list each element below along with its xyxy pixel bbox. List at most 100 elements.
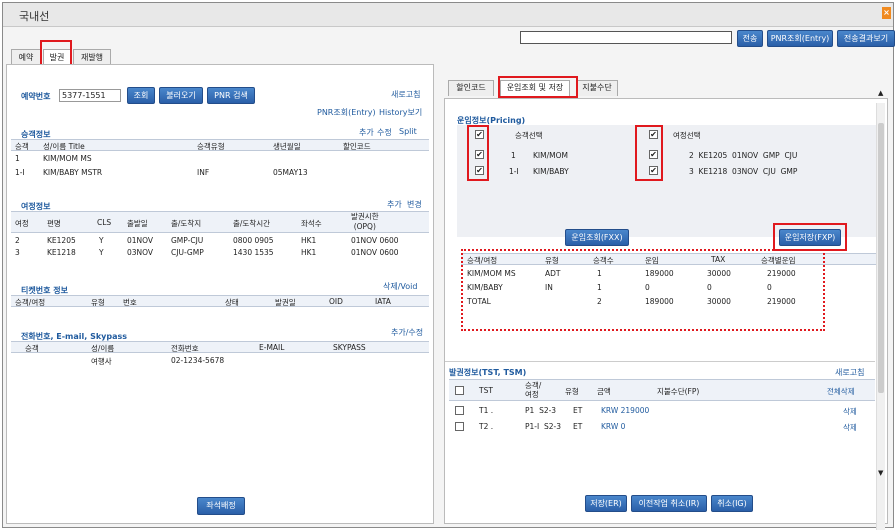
pax-split-link[interactable]: Split bbox=[399, 127, 417, 136]
table-row[interactable]: T1 . P1 S2-3 ET KRW 219000 삭제 bbox=[449, 405, 875, 417]
cell: 2 bbox=[597, 297, 602, 306]
pax-checkbox-1[interactable]: ✔ bbox=[475, 150, 484, 159]
close-icon[interactable]: × bbox=[882, 7, 891, 19]
col-header: 발권일 bbox=[275, 298, 296, 307]
cell: 0 bbox=[645, 283, 650, 292]
table-row[interactable]: KIM/BABY IN 1 0 0 0 bbox=[461, 283, 877, 294]
col-header: 승객수 bbox=[593, 256, 614, 265]
res-no-label: 예약번호 bbox=[21, 92, 51, 101]
tst-title: 발권정보(TST, TSM) bbox=[449, 368, 527, 377]
pax-checkbox-2[interactable]: ✔ bbox=[475, 166, 484, 175]
cell: ADT bbox=[545, 269, 561, 278]
send-button[interactable]: 전송 bbox=[737, 30, 763, 47]
col-header: 상태 bbox=[225, 298, 239, 307]
col-header: CLS bbox=[97, 218, 112, 227]
fare-save-fxp-button[interactable]: 운임저장(FXP) bbox=[779, 229, 841, 246]
pnr-search-button[interactable]: PNR 검색 bbox=[207, 87, 255, 104]
cell: P1-I S2-3 bbox=[525, 422, 561, 431]
pax-header: 승객 성/이름 Title 승객유형 생년월일 할인코드 bbox=[11, 139, 429, 151]
pax-select-header: 승객선택 bbox=[515, 131, 543, 140]
tst-refresh-link[interactable]: 새로고침 bbox=[835, 367, 864, 378]
seat-assign-button[interactable]: 좌석배정 bbox=[197, 497, 245, 515]
void-link[interactable]: 삭제/Void bbox=[383, 281, 417, 292]
pax-select-all-checkbox[interactable]: ✔ bbox=[475, 130, 484, 139]
cell: ET bbox=[573, 406, 583, 415]
tab-discount-code[interactable]: 할인코드 bbox=[448, 80, 494, 96]
cell: T2 . bbox=[479, 422, 494, 431]
save-er-button[interactable]: 저장(ER) bbox=[585, 495, 627, 512]
itin-change-link[interactable]: 변경 bbox=[407, 199, 422, 210]
history-link[interactable]: History보기 bbox=[379, 107, 422, 118]
title-bar: 국내선 × bbox=[3, 3, 893, 27]
pax-add-link[interactable]: 추가 bbox=[359, 127, 374, 138]
cell: 02-1234-5678 bbox=[171, 356, 225, 365]
cell: 1 bbox=[15, 154, 20, 163]
table-row[interactable]: T2 . P1-I S2-3 ET KRW 0 삭제 bbox=[449, 421, 875, 433]
load-button[interactable]: 불러오기 bbox=[159, 87, 203, 104]
cell: 01NOV 0600 bbox=[351, 248, 399, 257]
contact-header: 승객 성/이름 전화번호 E-MAIL SKYPASS bbox=[11, 341, 429, 353]
right-scrollbar[interactable]: ▲ ▼ bbox=[876, 89, 885, 530]
cell: 여행사 bbox=[91, 357, 112, 366]
col-header: 운임 bbox=[645, 256, 659, 265]
cell: GMP-CJU bbox=[171, 236, 204, 245]
itin-row: 2 KE1205 01NOV GMP CJU bbox=[689, 151, 798, 160]
table-row[interactable]: 1 KIM/MOM MS bbox=[11, 154, 431, 165]
table-row[interactable]: 3 KE1218 Y 03NOV CJU-GMP 1430 1535 HK1 0… bbox=[11, 248, 431, 259]
itin-checkbox-2[interactable]: ✔ bbox=[649, 166, 658, 175]
delete-link[interactable]: 삭제 bbox=[843, 422, 857, 433]
cell: 01NOV bbox=[127, 236, 154, 245]
itin-header: 여정 편명 CLS 출발일 출/도착지 출/도착시간 좌석수 발권시한 (OPQ… bbox=[11, 211, 429, 233]
delete-link[interactable]: 삭제 bbox=[843, 406, 857, 417]
itin-checkbox-1[interactable]: ✔ bbox=[649, 150, 658, 159]
contact-edit-link[interactable]: 추가/수정 bbox=[391, 327, 423, 338]
cell: 1 bbox=[597, 283, 602, 292]
table-row[interactable]: 1-I KIM/BABY MSTR INF 05MAY13 bbox=[11, 168, 431, 179]
pnr-entry-button[interactable]: PNR조회(Entry) bbox=[767, 30, 833, 47]
cell: 1 bbox=[597, 269, 602, 278]
table-row[interactable]: 여행사 02-1234-5678 bbox=[11, 356, 431, 367]
col-header: SKYPASS bbox=[333, 343, 366, 352]
tab-payment[interactable]: 지불수단 bbox=[576, 80, 618, 96]
table-row[interactable]: KIM/MOM MS ADT 1 189000 30000 219000 bbox=[461, 269, 877, 280]
col-header: 유형 bbox=[565, 387, 579, 396]
scroll-up-icon[interactable]: ▲ bbox=[878, 89, 885, 97]
table-row[interactable]: TOTAL 2 189000 30000 219000 bbox=[461, 297, 877, 308]
cell: KIM/MOM MS bbox=[43, 154, 92, 163]
col-header: 발권시한 (OPQ) bbox=[351, 212, 379, 231]
delete-all-link[interactable]: 전체삭제 bbox=[827, 386, 855, 397]
left-pane: 예약번호 5377-1551 조회 불러오기 PNR 검색 새로고침 PNR조회… bbox=[6, 64, 434, 524]
scroll-down-icon[interactable]: ▼ bbox=[878, 469, 885, 477]
tst-checkbox-2[interactable] bbox=[455, 422, 464, 431]
col-header: 성/이름 bbox=[91, 344, 115, 353]
cell: T1 . bbox=[479, 406, 494, 415]
itin-select-all-checkbox[interactable]: ✔ bbox=[649, 130, 658, 139]
pricing-select-area bbox=[457, 125, 877, 237]
tst-select-all-checkbox[interactable] bbox=[455, 386, 464, 395]
pnr-entry-link[interactable]: PNR조회(Entry) bbox=[317, 107, 376, 118]
res-no-input[interactable]: 5377-1551 bbox=[59, 89, 121, 102]
col-header: 출발일 bbox=[127, 219, 148, 228]
cell: KIM/MOM MS bbox=[467, 269, 516, 278]
col-header: 성/이름 Title bbox=[43, 142, 85, 151]
right-pane: 운임정보(Pricing) ✔ 승객선택 ✔ 1 KIM/MOM ✔ 1-I K… bbox=[444, 89, 888, 530]
table-row[interactable]: 2 KE1205 Y 01NOV GMP-CJU 0800 0905 HK1 0… bbox=[11, 236, 431, 247]
send-result-button[interactable]: 전송결과보기 bbox=[837, 30, 895, 47]
cancel-ig-button[interactable]: 취소(IG) bbox=[711, 495, 753, 512]
itin-add-link[interactable]: 추가 bbox=[387, 199, 402, 210]
refresh-link[interactable]: 새로고침 bbox=[391, 89, 420, 100]
tab-fare-query[interactable]: 운임조회 및 저장 bbox=[500, 80, 570, 96]
cell: 189000 bbox=[645, 269, 674, 278]
cell: 219000 bbox=[767, 297, 796, 306]
pax-edit-link[interactable]: 수정 bbox=[377, 127, 392, 138]
scroll-thumb[interactable] bbox=[878, 123, 884, 393]
cell: 0 bbox=[767, 283, 772, 292]
col-header: 금액 bbox=[597, 387, 611, 396]
col-header: E-MAIL bbox=[259, 343, 285, 352]
tst-checkbox-1[interactable] bbox=[455, 406, 464, 415]
fare-query-fxx-button[interactable]: 운임조회(FXX) bbox=[565, 229, 629, 246]
undo-ir-button[interactable]: 이전작업 취소(IR) bbox=[631, 495, 707, 512]
cell: KIM/BABY bbox=[467, 283, 503, 292]
command-input[interactable] bbox=[520, 31, 732, 44]
query-button[interactable]: 조회 bbox=[127, 87, 155, 104]
